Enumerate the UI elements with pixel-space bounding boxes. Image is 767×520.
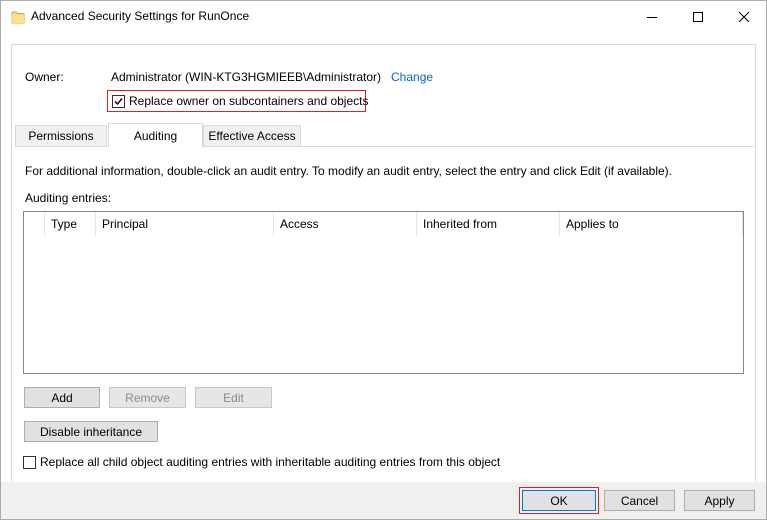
list-header: Type Principal Access Inherited from App… [24,212,743,236]
remove-button[interactable]: Remove [109,387,186,408]
cancel-button[interactable]: Cancel [604,490,675,511]
tab-auditing[interactable]: Auditing [108,123,203,148]
column-header-principal[interactable]: Principal [96,212,274,236]
add-button[interactable]: Add [24,387,100,408]
folder-icon [11,9,25,24]
apply-button[interactable]: Apply [684,490,755,511]
auditing-entries-list[interactable]: Type Principal Access Inherited from App… [23,211,744,374]
maximize-button[interactable] [675,1,721,32]
close-button[interactable] [721,1,767,32]
replace-child-label: Replace all child object auditing entrie… [40,455,501,469]
replace-child-checkbox[interactable] [23,455,36,469]
maximize-icon [693,11,703,22]
title-bar: Advanced Security Settings for RunOnce [1,1,766,32]
replace-child-checkbox-row[interactable]: Replace all child object auditing entrie… [23,455,500,469]
owner-value: Administrator (WIN-KTG3HGMIEEB\Administr… [111,70,382,84]
close-icon [739,11,749,22]
column-header-icon[interactable] [24,212,45,236]
ok-button[interactable]: OK [522,490,596,511]
auditing-info-text: For additional information, double-click… [25,164,672,178]
replace-owner-checkbox-row[interactable]: Replace owner on subcontainers and objec… [107,90,369,112]
replace-owner-checkbox[interactable] [112,94,125,108]
change-owner-link[interactable]: Change [391,70,433,84]
tab-effective-access[interactable]: Effective Access [203,125,301,147]
column-header-applies-to[interactable]: Applies to [560,212,743,236]
column-header-inherited-from[interactable]: Inherited from [417,212,560,236]
minimize-button[interactable] [629,1,675,32]
column-header-access[interactable]: Access [274,212,417,236]
window-title: Advanced Security Settings for RunOnce [31,9,250,23]
owner-label: Owner: [25,70,64,84]
advanced-security-window: Advanced Security Settings for RunOnce O… [0,0,767,520]
column-header-type[interactable]: Type [45,212,96,236]
checkmark-icon [114,97,123,105]
tab-permissions[interactable]: Permissions [15,125,107,147]
edit-button[interactable]: Edit [195,387,272,408]
minimize-icon [647,16,657,18]
disable-inheritance-button[interactable]: Disable inheritance [24,421,158,442]
auditing-entries-label: Auditing entries: [25,191,112,205]
replace-owner-label: Replace owner on subcontainers and objec… [129,94,369,108]
